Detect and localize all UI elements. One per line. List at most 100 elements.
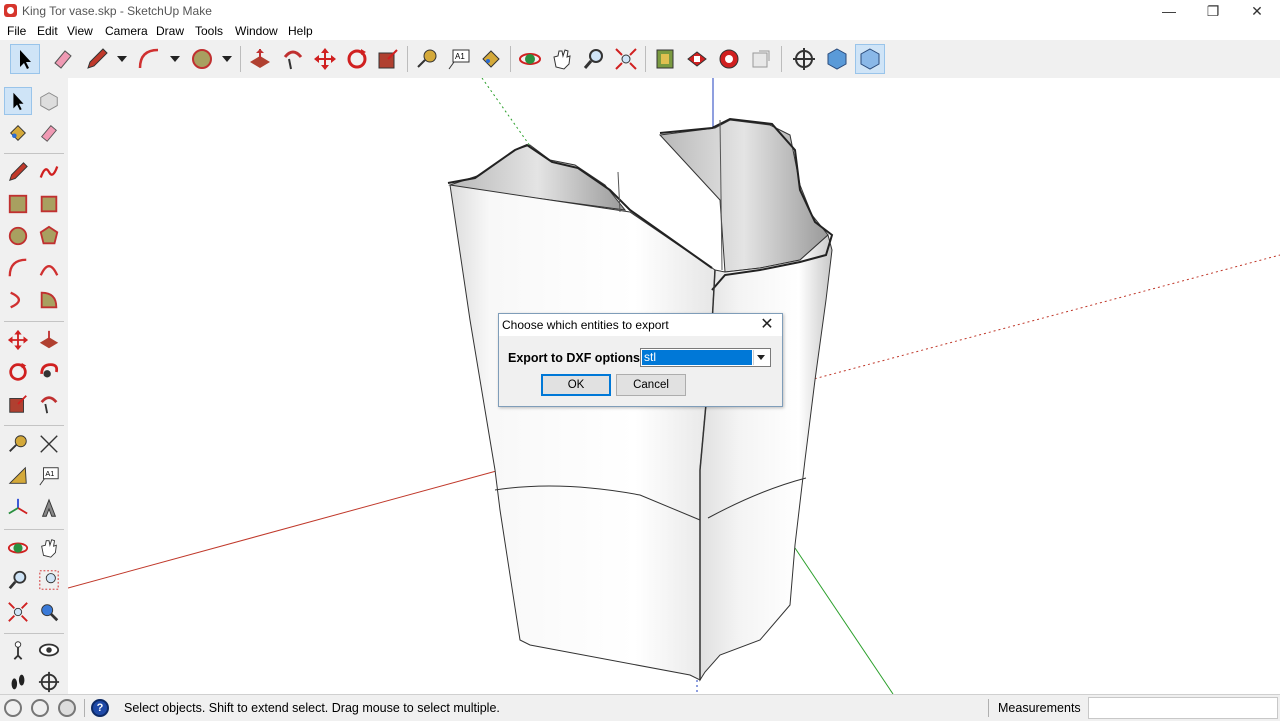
toolbar-separator (510, 46, 511, 72)
solid-icon[interactable] (855, 44, 885, 74)
pencil-icon[interactable] (82, 44, 112, 74)
dialog-title-bar: Choose which entities to export ✕ (499, 314, 782, 336)
circle-icon[interactable] (4, 222, 32, 250)
polygon-icon[interactable] (35, 222, 63, 250)
position-camera-icon[interactable] (4, 636, 32, 664)
menu-view[interactable]: View (67, 24, 93, 38)
menu-file[interactable]: File (7, 24, 26, 38)
green-axis-line (794, 547, 894, 694)
3d-text-icon[interactable] (35, 494, 63, 522)
measurements-input[interactable] (1088, 697, 1278, 719)
tape-measure-icon[interactable] (4, 430, 32, 458)
pencil-dropdown-icon[interactable] (117, 56, 127, 62)
dialog-close-icon[interactable]: ✕ (758, 316, 776, 334)
move-icon[interactable] (310, 44, 340, 74)
pan-icon[interactable] (35, 534, 63, 562)
credits-icon[interactable] (31, 699, 49, 717)
menu-edit[interactable]: Edit (37, 24, 58, 38)
eraser-icon[interactable] (48, 44, 78, 74)
scale-icon[interactable] (4, 390, 32, 418)
arc-icon[interactable] (134, 44, 164, 74)
follow-me-icon[interactable] (35, 358, 63, 386)
svg-text:A1: A1 (455, 52, 465, 61)
offset-icon[interactable] (35, 390, 63, 418)
menu-draw[interactable]: Draw (156, 24, 184, 38)
status-divider (988, 699, 989, 717)
rectangle-icon[interactable] (4, 190, 32, 218)
rotate-icon[interactable] (342, 44, 372, 74)
circle-icon[interactable] (187, 44, 217, 74)
measurements-label: Measurements (998, 701, 1081, 715)
export-options-select[interactable]: stl (640, 348, 771, 367)
select-tool-icon[interactable] (10, 44, 40, 74)
help-icon[interactable]: ? (91, 699, 109, 717)
position-camera-icon[interactable] (789, 44, 819, 74)
follow-me-icon[interactable] (278, 44, 308, 74)
close-button[interactable]: ✕ (1234, 0, 1280, 22)
zoom-extents-icon[interactable] (4, 598, 32, 626)
move-icon[interactable] (4, 326, 32, 354)
arc-dropdown-icon[interactable] (170, 56, 180, 62)
sketchup-logo-icon (4, 4, 17, 17)
toolbar-separator (4, 633, 64, 634)
eraser-icon[interactable] (35, 119, 63, 147)
ok-button[interactable]: OK (541, 374, 611, 396)
rotate-icon[interactable] (4, 358, 32, 386)
toolbar-separator (4, 321, 64, 322)
push-pull-icon[interactable] (35, 326, 63, 354)
orbit-icon[interactable] (515, 44, 545, 74)
push-pull-icon[interactable] (245, 44, 275, 74)
extension-warehouse-icon[interactable] (682, 44, 712, 74)
dimension-icon[interactable] (35, 430, 63, 458)
line-icon[interactable] (4, 158, 32, 186)
component-icon[interactable] (822, 44, 852, 74)
chevron-down-icon[interactable] (753, 350, 769, 365)
menu-tools[interactable]: Tools (195, 24, 223, 38)
text-icon[interactable]: A1 (444, 44, 474, 74)
toolbar-separator (4, 153, 64, 154)
red-axis-line (68, 469, 501, 589)
walk-icon[interactable] (4, 668, 32, 696)
minimize-button[interactable]: — (1146, 0, 1192, 22)
status-bar: ? Select objects. Shift to extend select… (0, 694, 1280, 721)
geo-location-icon[interactable] (4, 699, 22, 717)
paint-bucket-icon[interactable] (476, 44, 506, 74)
tape-measure-icon[interactable] (412, 44, 442, 74)
text-icon[interactable]: A1 (35, 462, 63, 490)
red-axis-dashed-line (809, 254, 1280, 381)
zoom-extents-icon[interactable] (611, 44, 641, 74)
menu-window[interactable]: Window (235, 24, 278, 38)
zoom-icon[interactable] (579, 44, 609, 74)
scale-icon[interactable] (373, 44, 403, 74)
arc-icon[interactable] (4, 254, 32, 282)
select-icon[interactable] (4, 87, 32, 115)
look-around-icon[interactable] (35, 636, 63, 664)
3d-warehouse-icon[interactable] (650, 44, 680, 74)
vase-left-body (449, 184, 716, 681)
share-model-icon[interactable] (746, 44, 776, 74)
pan-icon[interactable] (547, 44, 577, 74)
three-point-arc-icon[interactable] (4, 286, 32, 314)
restore-button[interactable]: ❐ (1190, 0, 1236, 22)
rotated-rectangle-icon[interactable] (35, 190, 63, 218)
protractor-icon[interactable] (4, 462, 32, 490)
cancel-button[interactable]: Cancel (616, 374, 686, 396)
paint-bucket-icon[interactable] (4, 119, 32, 147)
orbit-icon[interactable] (4, 534, 32, 562)
pie-icon[interactable] (35, 286, 63, 314)
section-plane-icon[interactable] (35, 668, 63, 696)
zoom-icon[interactable] (4, 566, 32, 594)
menu-camera[interactable]: Camera (105, 24, 148, 38)
freehand-icon[interactable] (35, 158, 63, 186)
user-icon[interactable] (58, 699, 76, 717)
circle-dropdown-icon[interactable] (222, 56, 232, 62)
axes-icon[interactable] (4, 494, 32, 522)
menu-help[interactable]: Help (288, 24, 313, 38)
zoom-window-icon[interactable] (35, 566, 63, 594)
previous-view-icon[interactable] (35, 598, 63, 626)
make-component-icon[interactable] (35, 87, 63, 115)
main-toolbar: A1 (0, 40, 1280, 79)
two-point-arc-icon[interactable] (35, 254, 63, 282)
layout-icon[interactable] (714, 44, 744, 74)
vase-right-body (699, 234, 833, 682)
